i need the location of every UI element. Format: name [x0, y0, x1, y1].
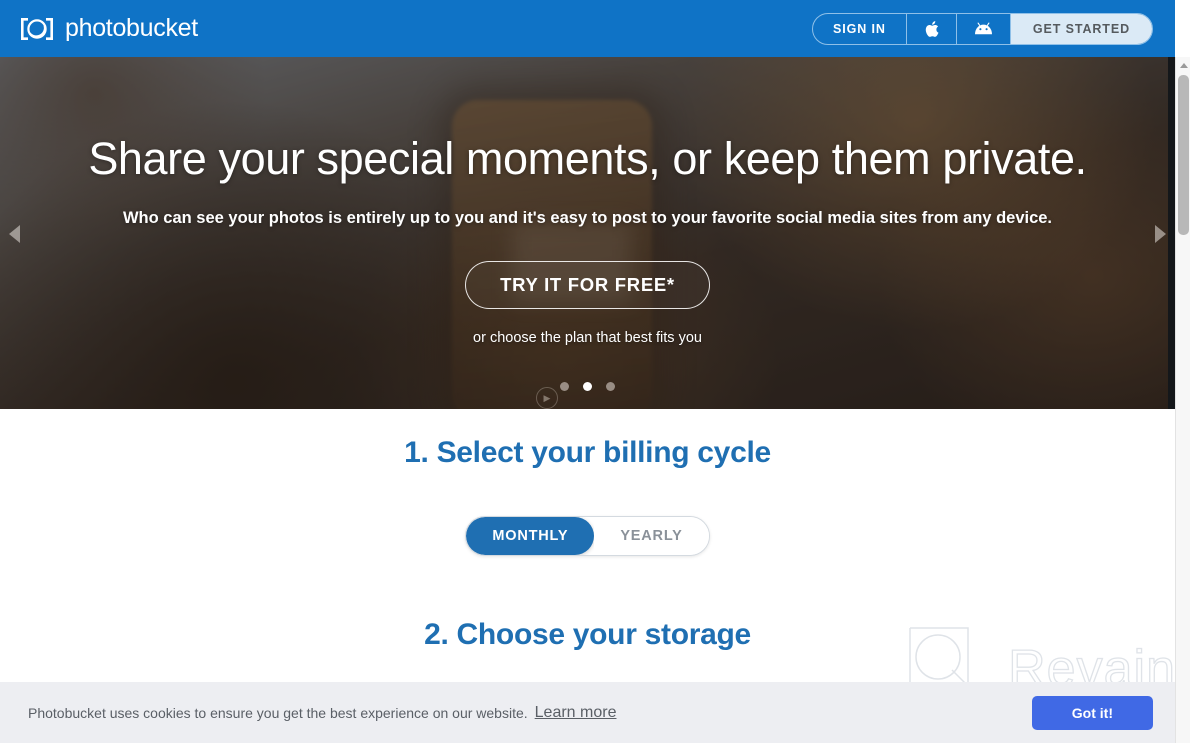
carousel-dot-2[interactable] — [583, 382, 592, 391]
hero-right-edge — [1168, 57, 1175, 409]
billing-toggle-yearly[interactable]: YEARLY — [594, 517, 709, 555]
hero-carousel: Share your special moments, or keep them… — [0, 57, 1175, 409]
page-scrollbar[interactable] — [1175, 57, 1190, 743]
carousel-next-arrow-icon[interactable] — [1155, 225, 1166, 243]
billing-cycle-toggle: MONTHLY YEARLY — [465, 516, 710, 556]
cookie-message: Photobucket uses cookies to ensure you g… — [28, 704, 528, 721]
logo-wordmark: photobucket — [65, 14, 198, 42]
header-actions: SIGN IN GET STARTED — [811, 12, 1153, 45]
carousel-prev-arrow-icon[interactable] — [9, 225, 20, 243]
site-header: photobucket SIGN IN GET STARTED — [0, 0, 1175, 57]
cookie-learn-more-link[interactable]: Learn more — [535, 704, 617, 722]
sign-in-button[interactable]: SIGN IN — [813, 13, 907, 44]
hero-subheadline: Who can see your photos is entirely up t… — [122, 209, 1053, 227]
billing-toggle-wrapper: MONTHLY YEARLY — [0, 516, 1175, 556]
hero-headline: Share your special moments, or keep them… — [88, 133, 1087, 184]
photobucket-logo[interactable]: photobucket — [18, 14, 198, 43]
billing-cycle-heading: 1. Select your billing cycle — [404, 436, 771, 469]
apple-icon — [924, 20, 939, 38]
try-it-for-free-button[interactable]: TRY IT FOR FREE* — [465, 261, 710, 309]
cookie-accept-button[interactable]: Got it! — [1031, 695, 1153, 730]
android-download-button[interactable] — [957, 13, 1011, 44]
carousel-dots — [0, 382, 1175, 391]
hero-content: Share your special moments, or keep them… — [0, 57, 1175, 409]
browser-page: photobucket SIGN IN GET STARTED Share yo… — [0, 0, 1190, 743]
cookie-consent-banner: Photobucket uses cookies to ensure you g… — [0, 682, 1175, 743]
camera-bracket-icon — [18, 16, 56, 42]
android-icon — [974, 22, 993, 35]
hero-cta-note: or choose the plan that best fits you — [473, 330, 702, 346]
billing-toggle-monthly[interactable]: MONTHLY — [466, 517, 595, 555]
scrollbar-thumb[interactable] — [1178, 75, 1189, 235]
carousel-dot-3[interactable] — [606, 382, 615, 391]
storage-heading: 2. Choose your storage — [424, 618, 751, 651]
carousel-dot-1[interactable] — [560, 382, 569, 391]
get-started-button[interactable]: GET STARTED — [1010, 13, 1152, 44]
apple-download-button[interactable] — [907, 13, 957, 44]
scroll-up-arrow-icon[interactable] — [1176, 57, 1190, 73]
